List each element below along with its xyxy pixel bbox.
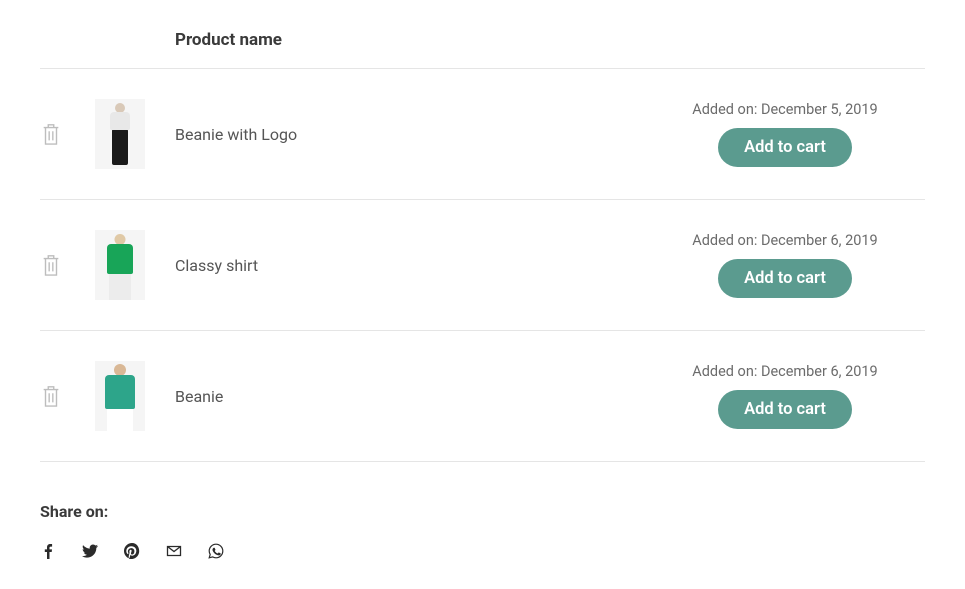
- added-on-text: Added on: December 6, 2019: [645, 232, 925, 249]
- added-on-text: Added on: December 5, 2019: [645, 101, 925, 118]
- share-pinterest[interactable]: [124, 543, 140, 559]
- share-twitter[interactable]: [82, 543, 98, 559]
- share-email[interactable]: [166, 543, 182, 559]
- trash-icon: [40, 252, 62, 278]
- wishlist-row: Classy shirt Added on: December 6, 2019 …: [40, 200, 925, 331]
- share-section: Share on:: [40, 502, 925, 559]
- product-thumbnail: [95, 361, 145, 431]
- share-whatsapp[interactable]: [208, 543, 224, 559]
- trash-icon: [40, 383, 62, 409]
- share-icons: [40, 543, 925, 559]
- wishlist-table: Product name Beanie with Logo Added on: …: [40, 20, 925, 462]
- add-to-cart-button[interactable]: Add to cart: [718, 128, 852, 167]
- product-thumbnail-link[interactable]: [95, 361, 175, 431]
- add-to-cart-button[interactable]: Add to cart: [718, 390, 852, 429]
- remove-button[interactable]: [40, 383, 95, 409]
- product-name: Beanie with Logo: [175, 125, 297, 144]
- product-name-link[interactable]: Beanie: [175, 387, 223, 406]
- wishlist-row: Beanie with Logo Added on: December 5, 2…: [40, 69, 925, 200]
- envelope-icon: [166, 543, 182, 559]
- product-thumbnail: [95, 99, 145, 169]
- pinterest-icon: [124, 543, 140, 559]
- add-to-cart-button[interactable]: Add to cart: [718, 259, 852, 298]
- facebook-icon: [40, 543, 56, 559]
- added-on-text: Added on: December 6, 2019: [645, 363, 925, 380]
- product-name: Beanie: [175, 387, 223, 406]
- whatsapp-icon: [208, 543, 224, 559]
- remove-button[interactable]: [40, 252, 95, 278]
- wishlist-header-row: Product name: [40, 20, 925, 69]
- share-facebook[interactable]: [40, 543, 56, 559]
- share-on-label: Share on:: [40, 502, 925, 521]
- product-name: Classy shirt: [175, 256, 258, 275]
- product-name-link[interactable]: Classy shirt: [175, 256, 258, 275]
- product-thumbnail: [95, 230, 145, 300]
- wishlist-row: Beanie Added on: December 6, 2019 Add to…: [40, 331, 925, 462]
- product-name-link[interactable]: Beanie with Logo: [175, 125, 297, 144]
- column-header-product-name: Product name: [175, 30, 282, 50]
- product-thumbnail-link[interactable]: [95, 230, 175, 300]
- twitter-icon: [82, 543, 98, 559]
- remove-button[interactable]: [40, 121, 95, 147]
- trash-icon: [40, 121, 62, 147]
- product-thumbnail-link[interactable]: [95, 99, 175, 169]
